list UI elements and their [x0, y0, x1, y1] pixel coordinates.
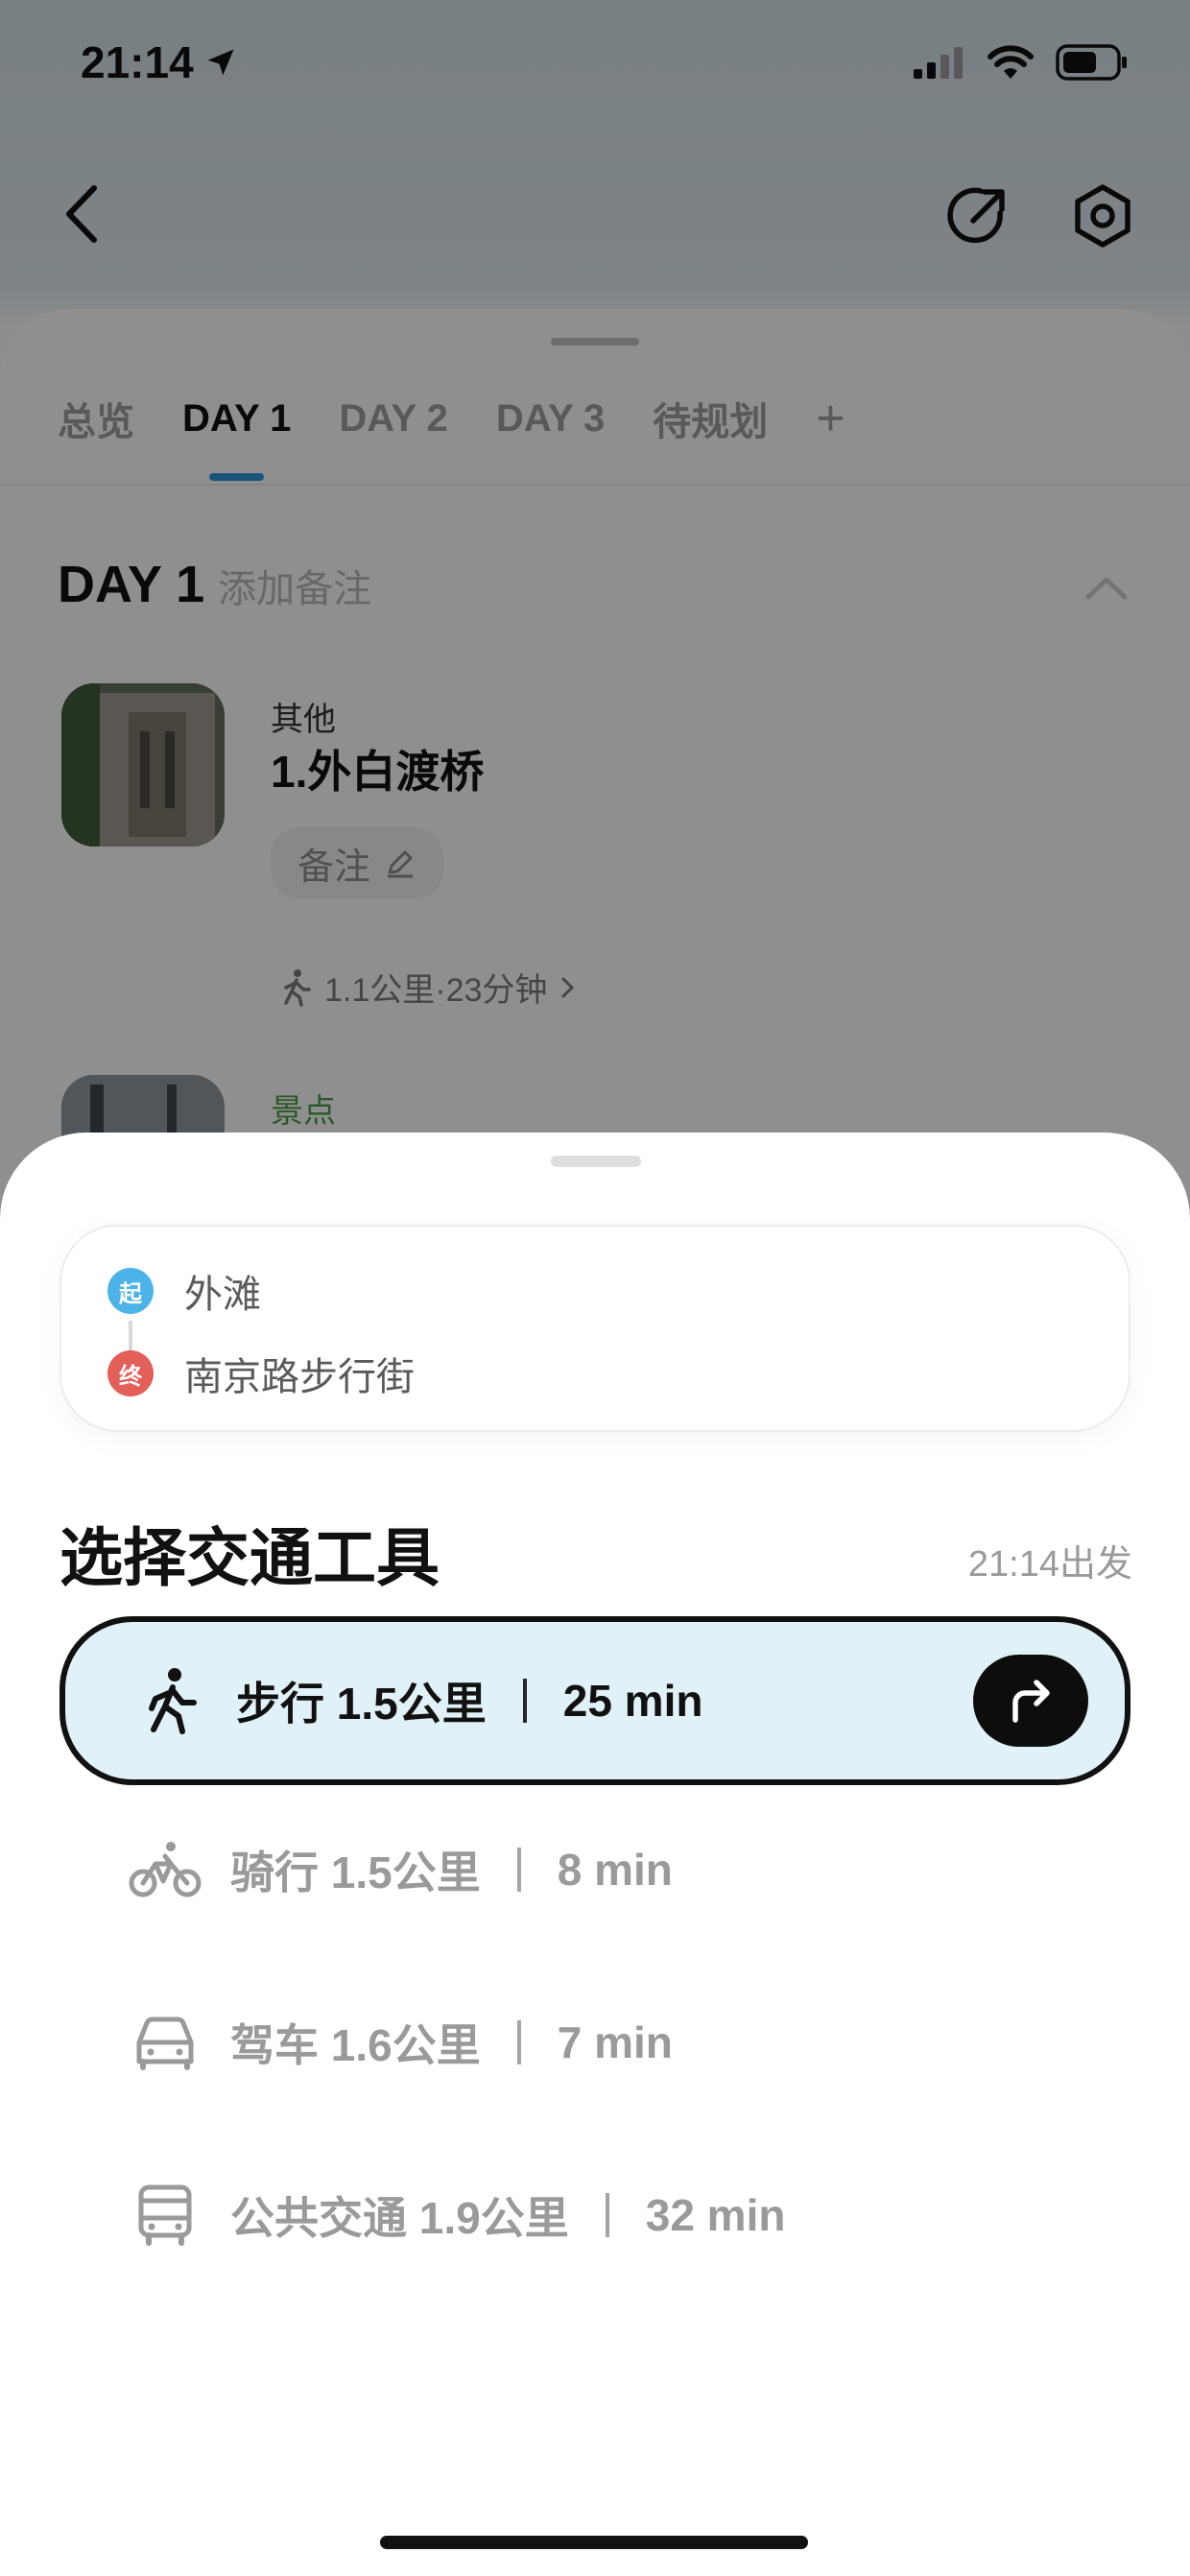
separator [605, 2193, 609, 2237]
car-icon [129, 2006, 202, 2079]
navigate-button[interactable] [973, 1655, 1088, 1747]
depart-time[interactable]: 21:14出发 [968, 1534, 1132, 1586]
end-point[interactable]: 终 南京路步行街 [107, 1346, 415, 1401]
mode-car[interactable]: 驾车 1.6公里 7 min [60, 1958, 1130, 2127]
section-title: 选择交通工具 [60, 1522, 440, 1593]
transport-sheet-grabber[interactable] [551, 1156, 641, 1167]
mode-car-name: 驾车 1.6公里 [230, 2020, 481, 2070]
separator [516, 2020, 521, 2064]
transport-sheet: 起 外滩 终 南京路步行街 选择交通工具 21:14出发 步行 1.5公里 25… [0, 1133, 1190, 2576]
mode-walk-name: 步行 1.5公里 [236, 1679, 487, 1729]
mode-transit[interactable]: 公共交通 1.9公里 32 min [60, 2131, 1130, 2300]
mode-transit-name: 公共交通 1.9公里 [230, 2193, 569, 2243]
mode-transit-time: 32 min [645, 2190, 786, 2240]
bus-icon [129, 2179, 202, 2252]
mode-bike-name: 骑行 1.5公里 [230, 1848, 481, 1897]
separator [522, 1679, 527, 1723]
mode-walk[interactable]: 步行 1.5公里 25 min [60, 1616, 1130, 1785]
separator [516, 1848, 521, 1892]
home-indicator[interactable] [380, 2536, 808, 2549]
start-badge: 起 [107, 1268, 154, 1314]
mode-car-time: 7 min [557, 2017, 673, 2067]
turn-right-arrow-icon [1012, 1680, 1050, 1723]
mode-bike-time: 8 min [557, 1845, 673, 1895]
end-label: 南京路步行街 [184, 1356, 415, 1398]
bike-icon [129, 1833, 202, 1906]
route-endpoints-card: 起 外滩 终 南京路步行街 [60, 1225, 1130, 1432]
mode-walk-time: 25 min [562, 1676, 703, 1726]
start-point[interactable]: 起 外滩 [107, 1263, 261, 1319]
end-badge: 终 [107, 1350, 154, 1396]
walk-icon [134, 1664, 207, 1737]
start-label: 外滩 [184, 1274, 261, 1316]
mode-bike[interactable]: 骑行 1.5公里 8 min [60, 1785, 1130, 1954]
